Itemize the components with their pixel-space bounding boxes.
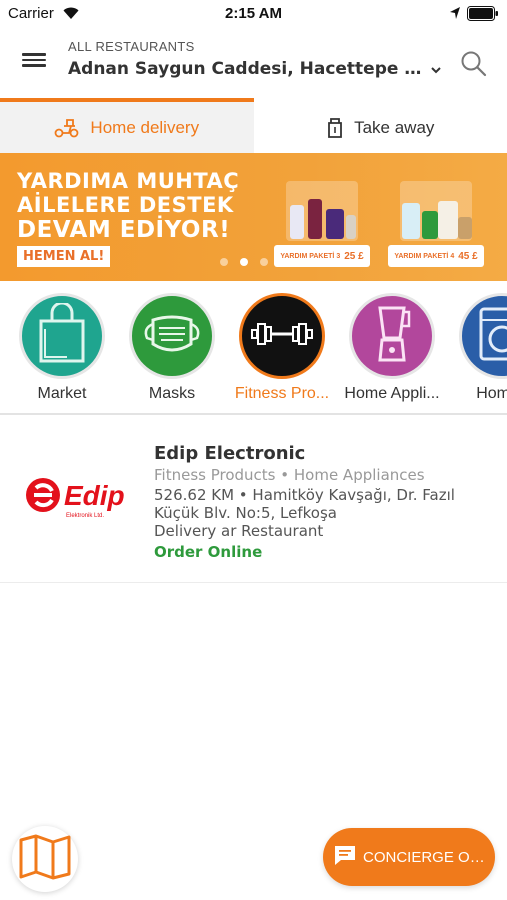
category-carousel[interactable]: Market Masks Fitness Pro... Home Appli..… [0, 281, 507, 415]
category-circle [129, 293, 215, 379]
clock: 2:15 AM [225, 5, 282, 22]
banner-cta-button[interactable]: HEMEN AL! [17, 246, 111, 267]
header-subtitle: ALL RESTAURANTS [68, 39, 195, 54]
restaurant-logo: Edip Elektronik Ltd. [22, 473, 137, 523]
blender-icon [372, 304, 412, 369]
delivery-info: Delivery ar Restaurant [154, 522, 324, 540]
chevron-down-icon[interactable] [430, 62, 442, 80]
map-icon [19, 834, 71, 885]
address-selector[interactable]: Adnan Saygun Caddesi, Hacettepe Mahalle [68, 59, 428, 79]
category-home-partial[interactable]: Home I [447, 293, 507, 403]
chat-icon [333, 843, 357, 872]
banner-line-3: DEVAM EDİYOR! [17, 217, 231, 243]
product-image [308, 199, 322, 239]
dumbbell-icon [250, 319, 314, 354]
product-image [422, 211, 438, 239]
scooter-icon [54, 118, 80, 138]
category-home-appliances[interactable]: Home Appli... [337, 293, 447, 403]
carousel-pagination[interactable] [220, 258, 288, 266]
logo-text: Edip [64, 480, 125, 511]
product-image [290, 205, 304, 239]
carousel-dot[interactable] [220, 258, 228, 266]
logo-subtext: Elektronik Ltd. [66, 513, 104, 519]
restaurant-card[interactable]: Edip Elektronik Ltd. Edip Electronic Fit… [0, 425, 507, 583]
carousel-dot[interactable] [260, 258, 268, 266]
map-button[interactable] [12, 826, 78, 892]
header: ALL RESTAURANTS Adnan Saygun Caddesi, Ha… [0, 28, 507, 98]
product-image [346, 215, 356, 239]
face-mask-icon [141, 314, 203, 359]
search-icon[interactable] [460, 50, 488, 83]
category-circle [19, 293, 105, 379]
tab-label: Home delivery [90, 117, 200, 137]
washing-machine-icon [477, 306, 507, 367]
carousel-dot-active[interactable] [240, 258, 248, 266]
battery-icon [467, 6, 499, 26]
restaurant-name: Edip Electronic [154, 443, 306, 464]
package-card: YARDIM PAKETİ 3 25 £ [274, 175, 370, 267]
delivery-mode-tabs: Home delivery Take away [0, 98, 507, 153]
carousel-dot[interactable] [280, 258, 288, 266]
product-image [402, 203, 420, 239]
product-image [438, 201, 458, 239]
shopping-bag-icon [35, 301, 89, 370]
package-label: YARDIM PAKETİ 4 [394, 252, 455, 260]
category-circle [239, 293, 325, 379]
banner-line-2: AİLELERE DESTEK [17, 193, 234, 217]
promo-banner[interactable]: YARDIMA MUHTAÇ AİLELERE DESTEK DEVAM EDİ… [0, 153, 507, 281]
category-label: Masks [148, 385, 196, 402]
category-label: Home I [476, 385, 507, 402]
bag-icon [326, 117, 344, 139]
restaurant-address: 526.62 KM • Hamitköy Kavşağı, Dr. Fazıl … [154, 486, 455, 522]
package-tag: YARDIM PAKETİ 4 45 £ [388, 245, 484, 267]
location-arrow-icon [449, 6, 461, 25]
package-price: 25 £ [344, 250, 364, 262]
hamburger-menu-icon[interactable] [20, 50, 48, 74]
order-online-link[interactable]: Order Online [154, 543, 262, 561]
category-circle [459, 293, 507, 379]
category-fitness-products[interactable]: Fitness Pro... [227, 293, 337, 403]
tab-home-delivery[interactable]: Home delivery [0, 98, 254, 153]
product-image [458, 217, 472, 239]
package-price: 45 £ [458, 250, 478, 262]
product-image [326, 209, 344, 239]
tab-label: Take away [354, 117, 435, 137]
tab-take-away[interactable]: Take away [253, 98, 507, 153]
concierge-order-button[interactable]: CONCIERGE ORDER [323, 828, 495, 886]
category-label: Home Appli... [344, 385, 440, 402]
restaurant-categories: Fitness Products • Home Appliances [154, 466, 425, 484]
category-circle [349, 293, 435, 379]
package-card: YARDIM PAKETİ 4 45 £ [388, 175, 484, 267]
package-label: YARDIM PAKETİ 3 [280, 252, 341, 260]
category-market[interactable]: Market [7, 293, 117, 403]
banner-line-1: YARDIMA MUHTAÇ [17, 169, 240, 193]
status-bar: Carrier 2:15 AM [0, 0, 507, 28]
concierge-label: CONCIERGE ORDER [363, 848, 491, 866]
package-tag: YARDIM PAKETİ 3 25 £ [274, 245, 370, 267]
category-label: Market [37, 385, 87, 402]
category-label: Fitness Pro... [234, 385, 330, 402]
category-masks[interactable]: Masks [117, 293, 227, 403]
